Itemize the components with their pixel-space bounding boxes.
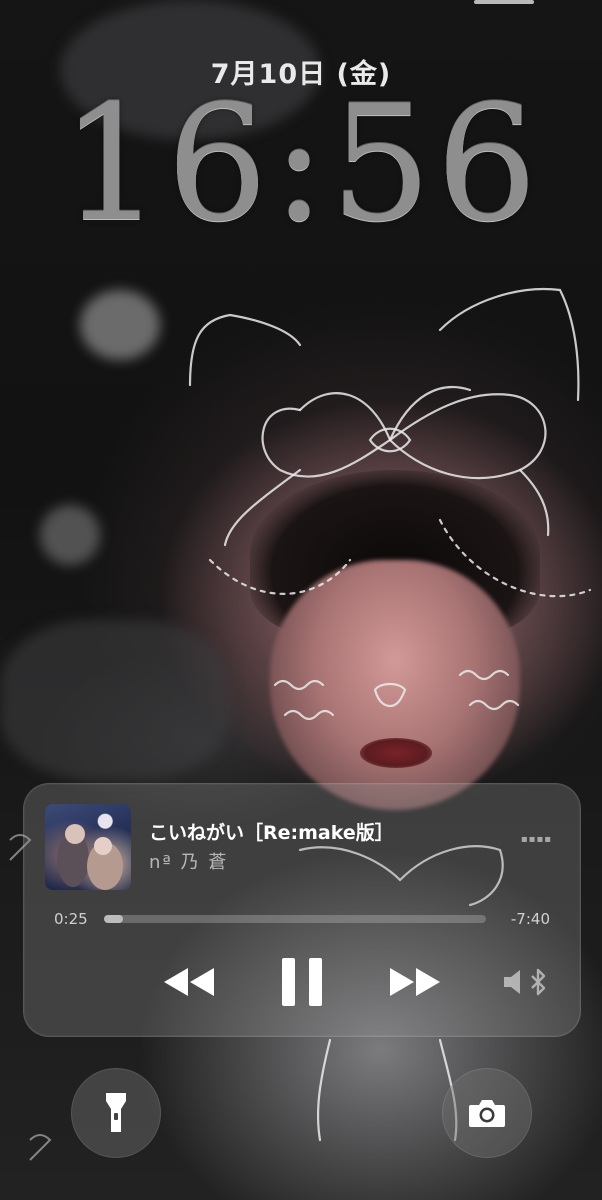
album-art[interactable] xyxy=(45,804,131,890)
track-title: こいねがい［Re:make版］ xyxy=(149,822,394,844)
playback-progress-bar[interactable] xyxy=(104,915,486,923)
camera-button[interactable] xyxy=(442,1068,532,1158)
pause-icon xyxy=(282,958,322,1006)
speaker-bluetooth-icon xyxy=(504,968,546,996)
rewind-button[interactable] xyxy=(160,964,220,1000)
progress-fill xyxy=(104,915,124,923)
album-art-illustration xyxy=(57,824,123,890)
elapsed-time: 0:25 xyxy=(54,910,88,928)
backward-icon xyxy=(164,968,214,996)
audio-level-indicator: ▪▪▪▪ xyxy=(520,834,552,845)
top-indicator xyxy=(474,0,534,4)
flashlight-icon xyxy=(106,1093,126,1132)
forward-button[interactable] xyxy=(384,964,444,1000)
forward-icon xyxy=(390,968,440,996)
pause-button[interactable] xyxy=(280,956,324,1008)
audio-output-button[interactable] xyxy=(502,967,552,997)
flashlight-button[interactable] xyxy=(71,1068,161,1158)
track-artist: nª 乃 蒼 xyxy=(149,852,229,873)
remaining-time: -7:40 xyxy=(510,910,550,928)
lock-time: 16:56 xyxy=(60,70,542,257)
now-playing-widget[interactable]: こいねがい［Re:make版］ nª 乃 蒼 ▪▪▪▪ 0:25 -7:40 xyxy=(23,783,581,1037)
camera-icon xyxy=(469,1100,505,1127)
